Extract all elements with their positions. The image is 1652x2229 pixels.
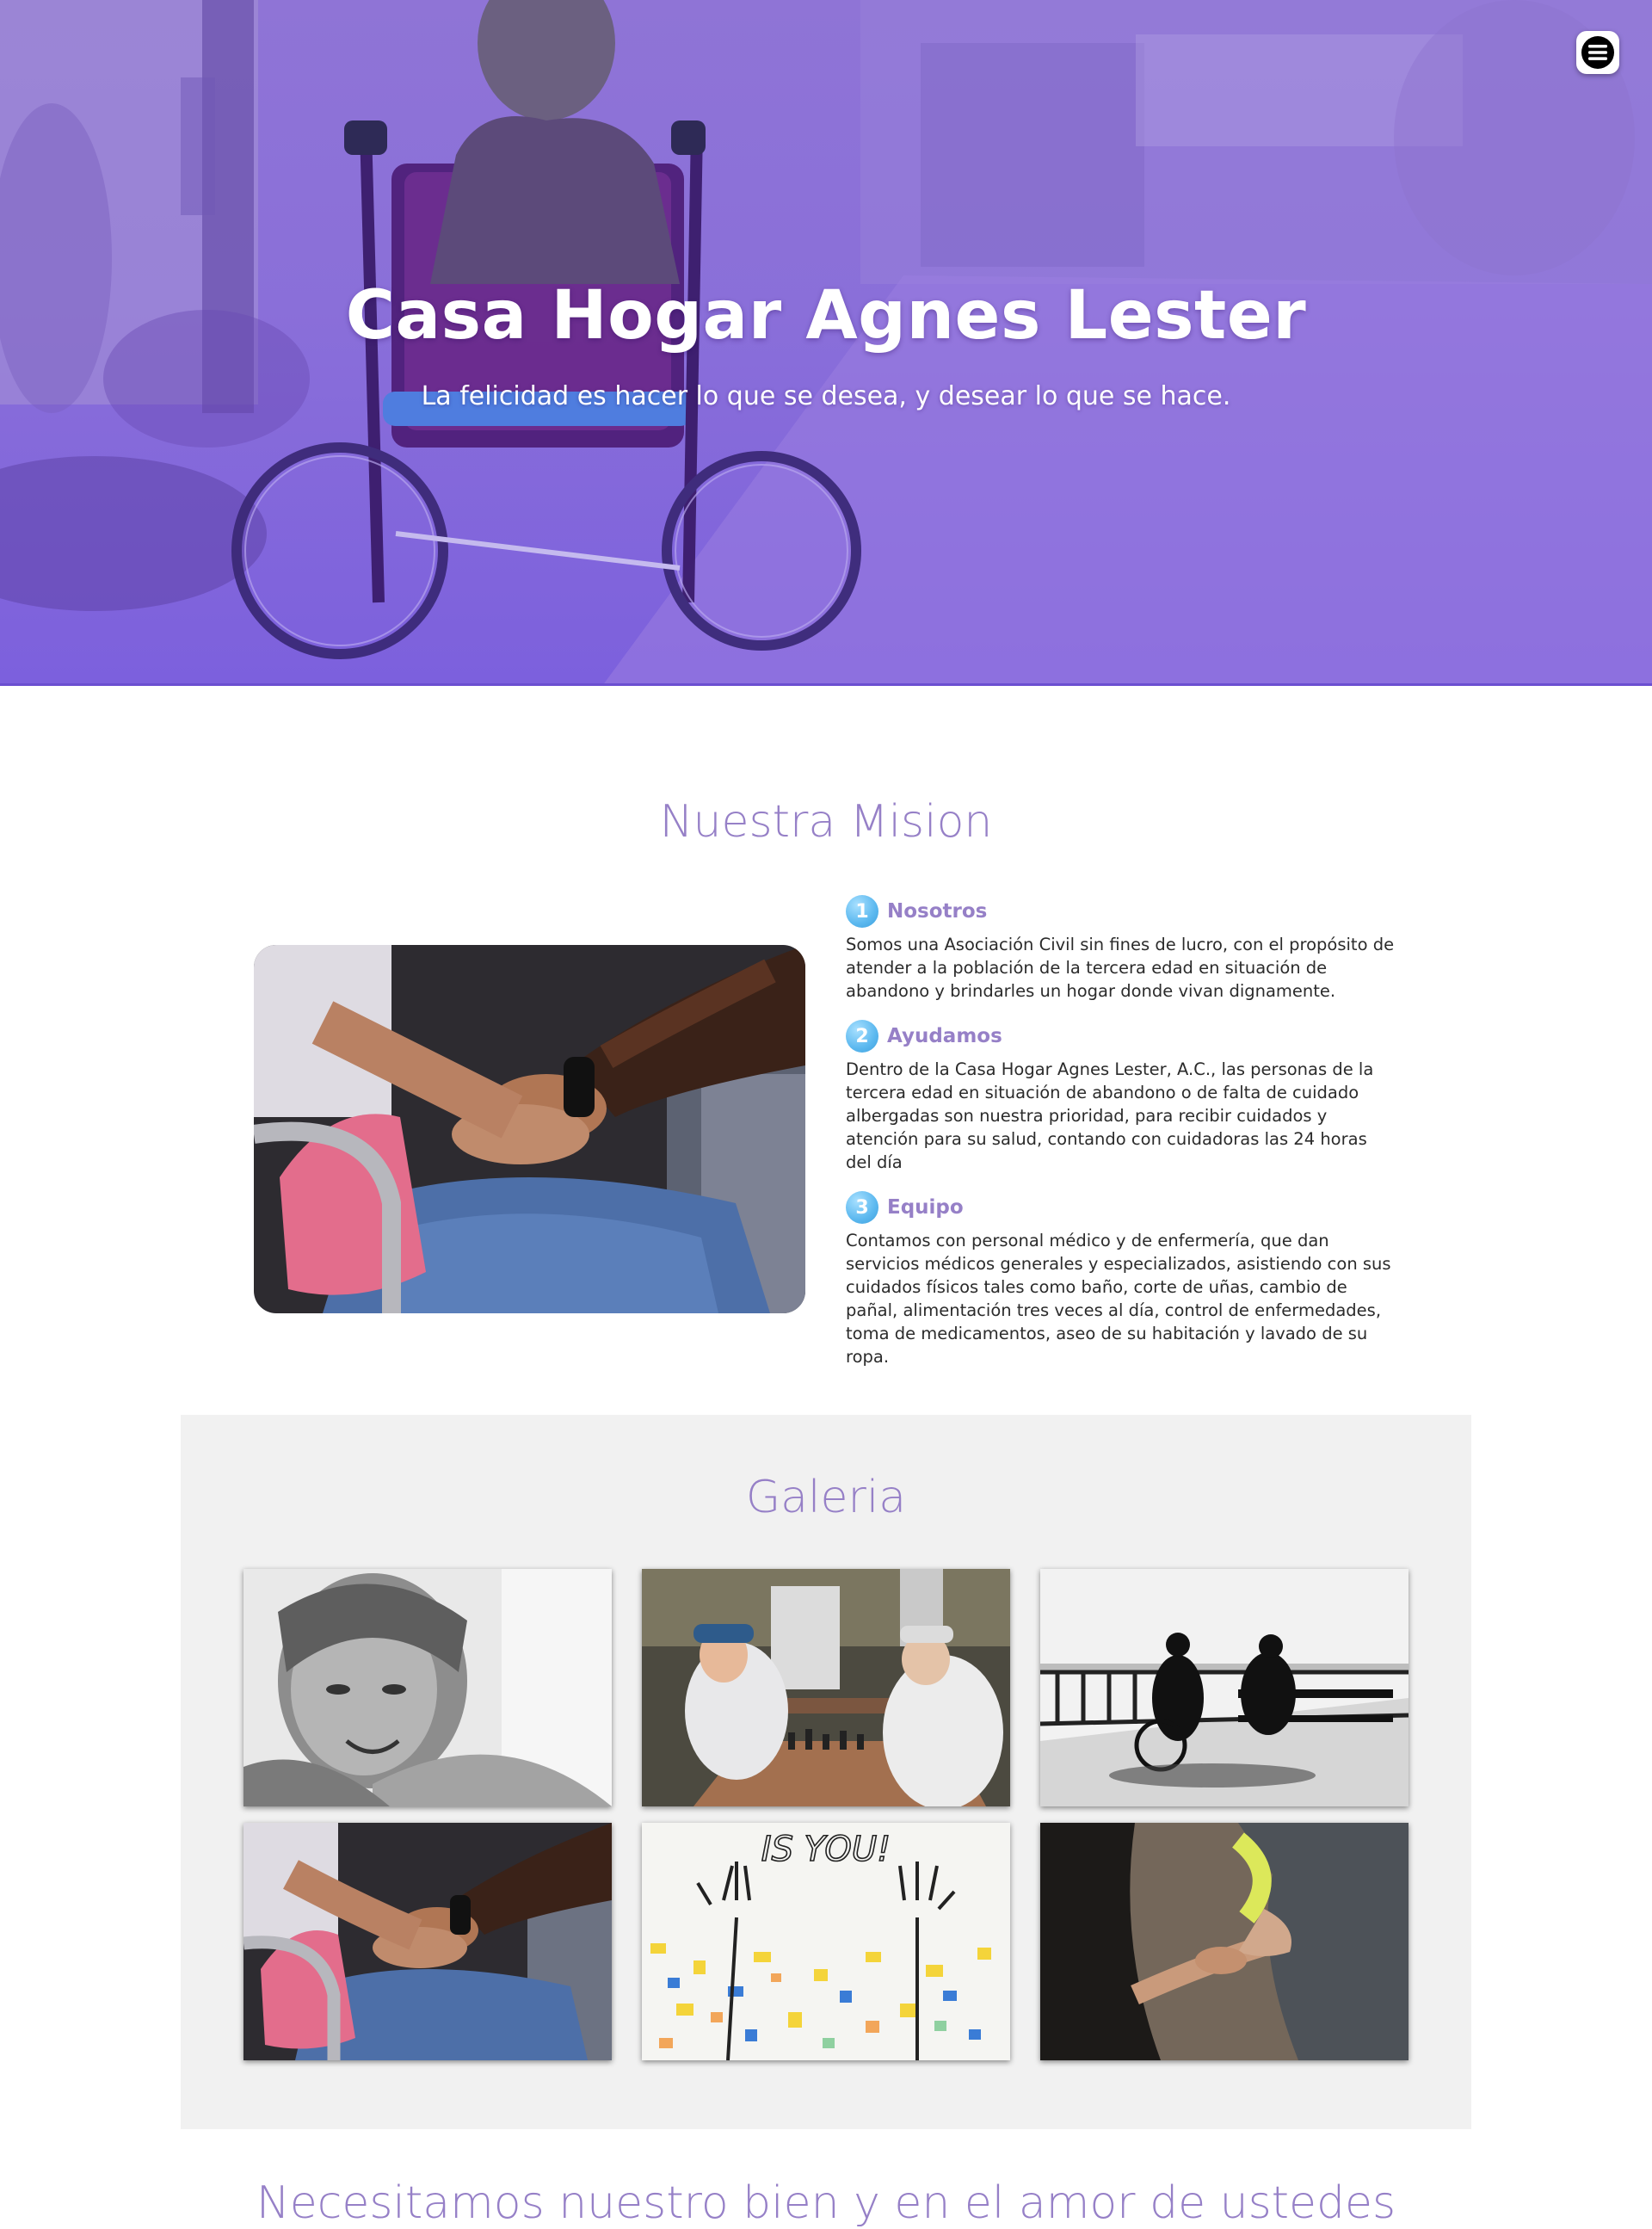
mision-item-text: Somos una Asociación Civil sin fines de … (846, 935, 1395, 1001)
number-badge: 1 (846, 895, 878, 928)
gallery-image-helping-hands[interactable] (1040, 1823, 1409, 2060)
gallery-title: Galeria (745, 1472, 907, 1523)
gallery-image-holding-hands[interactable] (243, 1823, 612, 2060)
number-badge: 2 (846, 1020, 878, 1053)
hero-banner: Casa Hogar Agnes Lester La felicidad es … (0, 0, 1652, 686)
hero-divider (0, 683, 1652, 686)
mision-title: Nuestra Mision (659, 796, 993, 848)
mision-photo (254, 945, 805, 1313)
gallery-image-mural[interactable]: IS YOU! (642, 1823, 1010, 2060)
menu-button[interactable] (1576, 31, 1619, 74)
mision-list: 1 Nosotros Somos una Asociación Civil si… (846, 895, 1396, 1386)
gallery-image-elderly-woman[interactable] (243, 1569, 612, 1806)
mural-text: IS YOU! (761, 1830, 891, 1869)
mision-item-equipo: 3 Equipo Contamos con personal médico y … (846, 1191, 1396, 1368)
mision-item-text: Contamos con personal médico y de enferm… (846, 1231, 1391, 1367)
gallery-section: Galeria IS YOU! (181, 1415, 1471, 2129)
page-subtitle: La felicidad es hacer lo que se desea, y… (421, 381, 1231, 411)
mision-item-text: Dentro de la Casa Hogar Agnes Lester, A.… (846, 1059, 1374, 1172)
mision-item-heading: Equipo (887, 1196, 964, 1219)
page-title: Casa Hogar Agnes Lester (345, 277, 1307, 355)
mision-item-nosotros: 1 Nosotros Somos una Asociación Civil si… (846, 895, 1396, 1003)
number-badge: 3 (846, 1191, 878, 1224)
mision-item-heading: Ayudamos (887, 1025, 1002, 1047)
next-section-title: Necesitamos nuestro bien y en el amor de… (256, 2177, 1396, 2229)
hamburger-icon (1581, 36, 1614, 69)
gallery-image-seaside-bench[interactable] (1040, 1569, 1409, 1806)
gallery-image-chess-players[interactable] (642, 1569, 1010, 1806)
mision-item-ayudamos: 2 Ayudamos Dentro de la Casa Hogar Agnes… (846, 1020, 1396, 1174)
mision-item-heading: Nosotros (887, 900, 988, 923)
